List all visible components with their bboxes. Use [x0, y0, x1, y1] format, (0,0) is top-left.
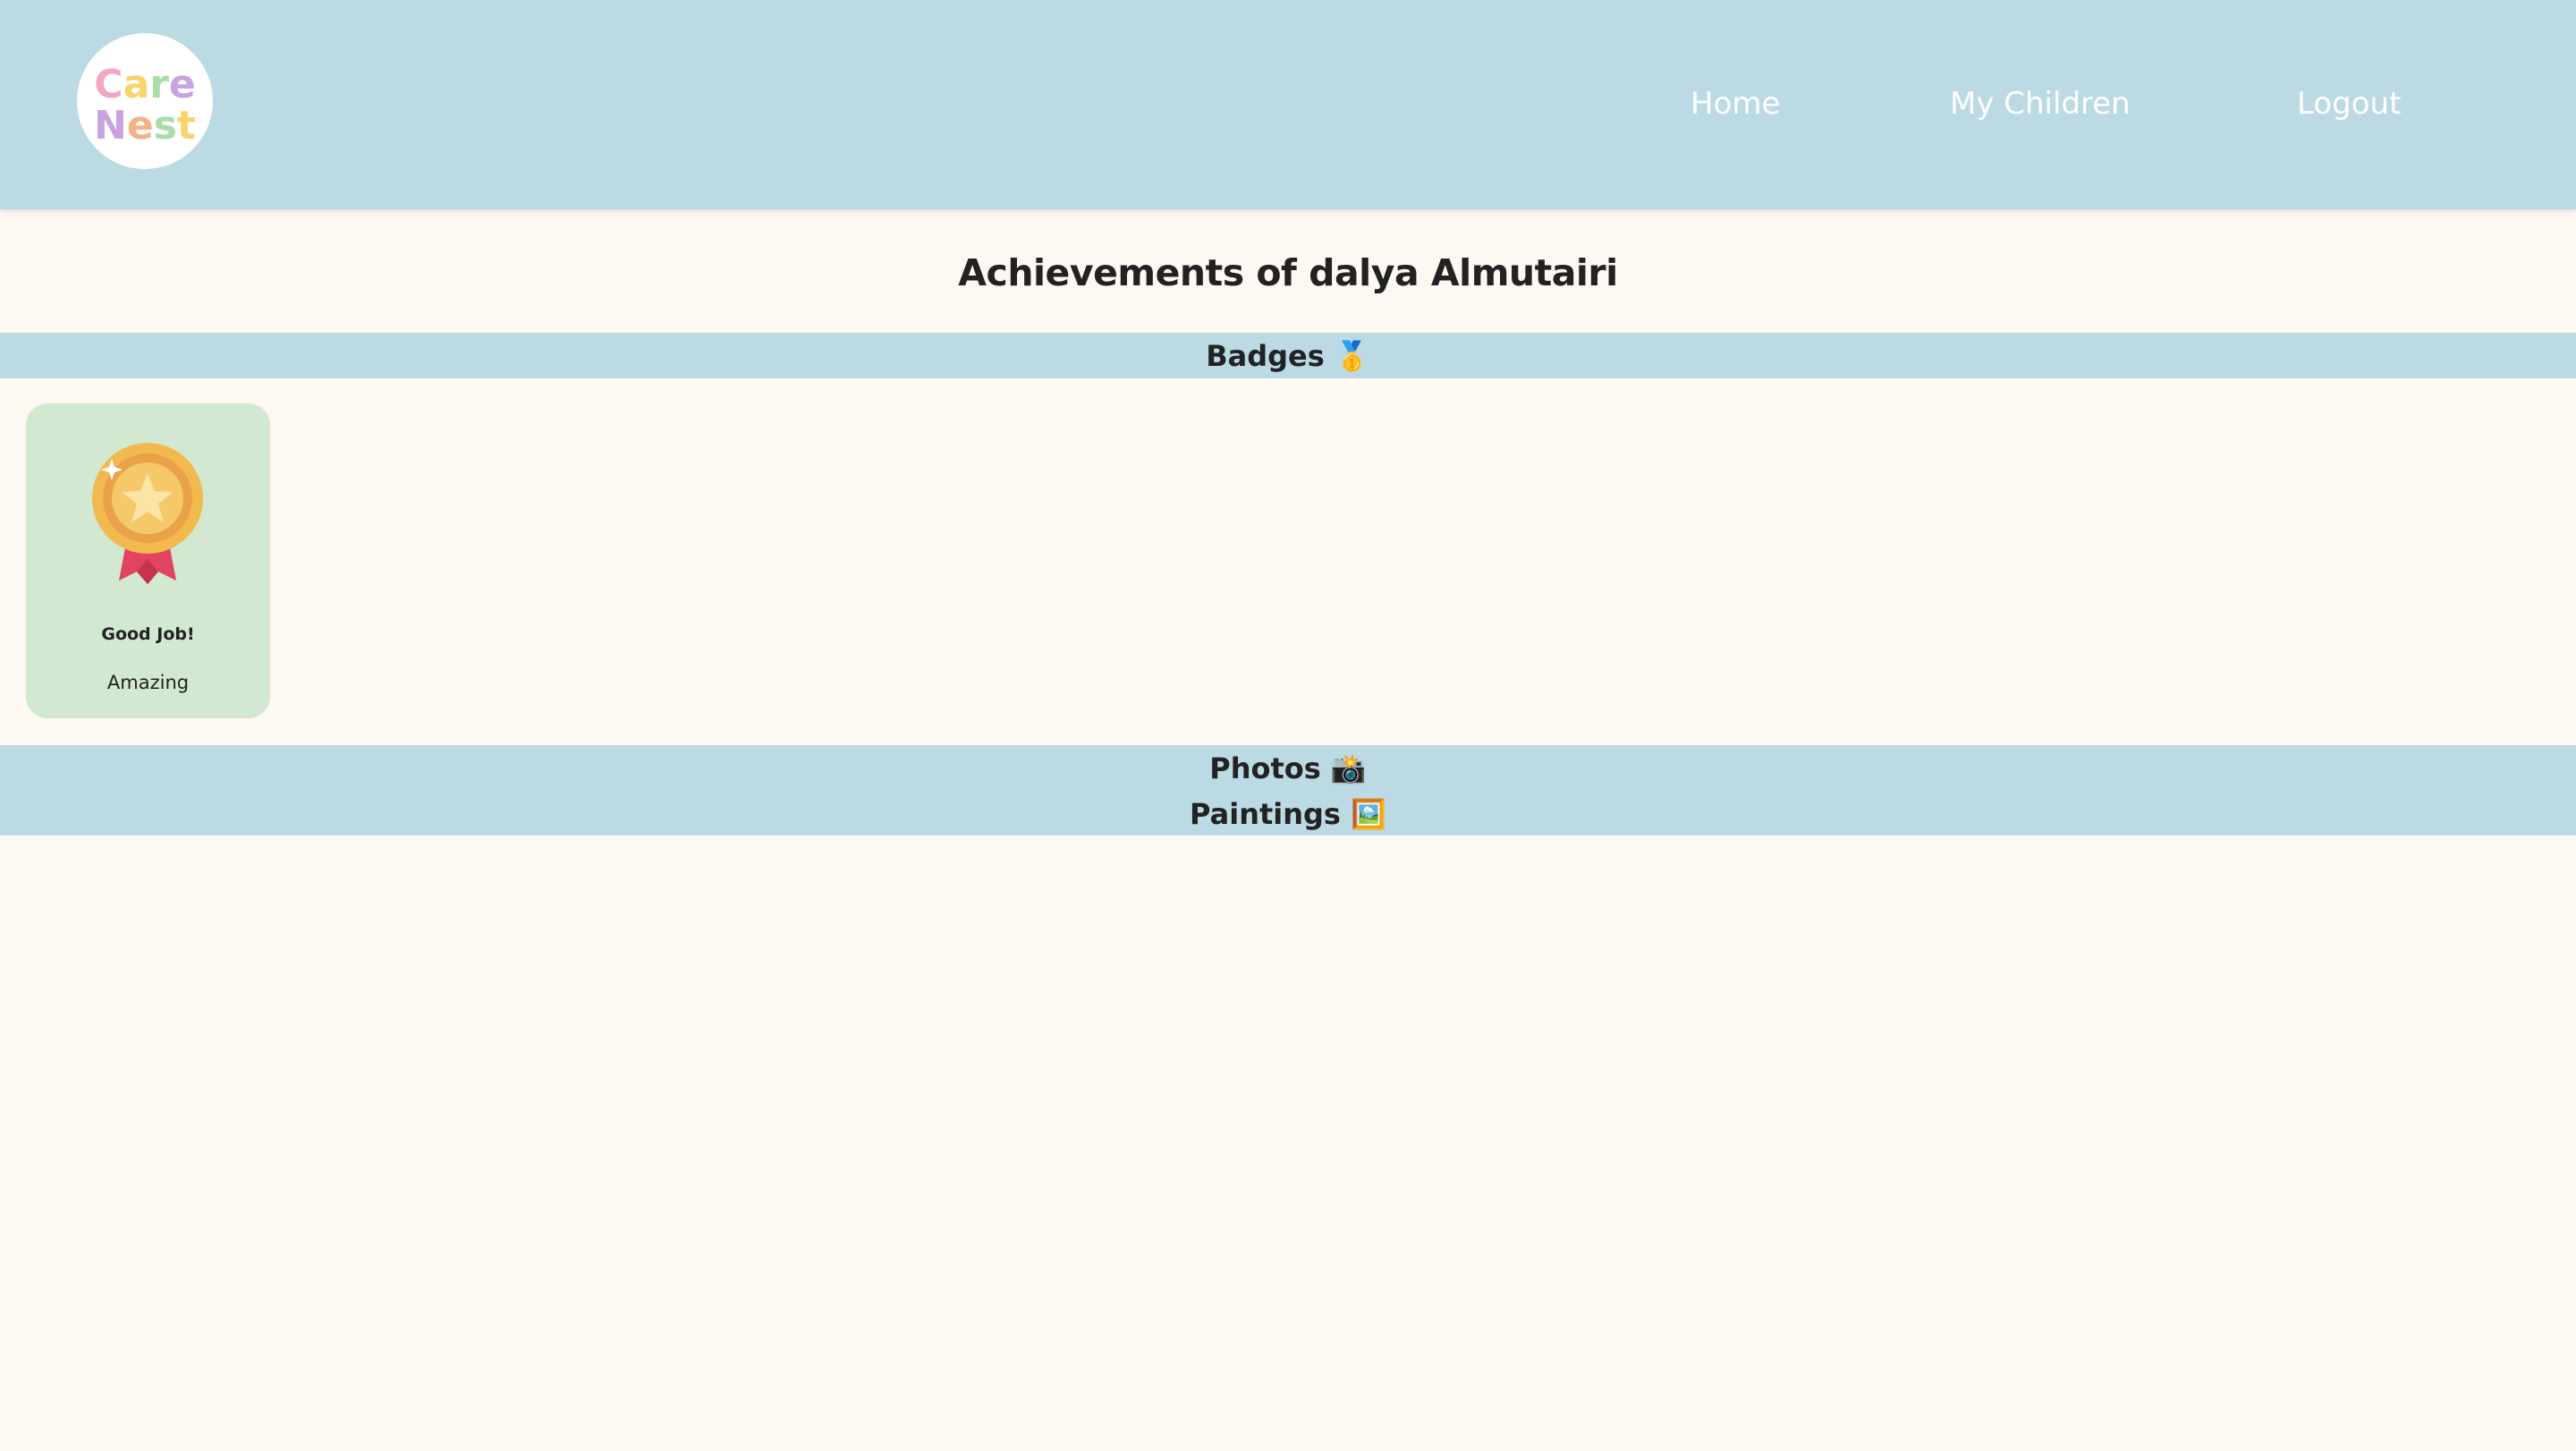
- camera-flash-icon: 📸: [1330, 751, 1367, 785]
- badge-description: Amazing: [106, 672, 190, 693]
- carenest-logo[interactable]: Care Nest: [77, 33, 213, 169]
- carenest-logo-icon: Care Nest: [94, 62, 196, 148]
- paintings-heading-label: Paintings: [1190, 797, 1341, 831]
- framed-picture-icon: 🖼️: [1351, 797, 1386, 831]
- badge-title: Good Job!: [101, 624, 195, 644]
- medal-icon: 🥇: [1334, 339, 1370, 373]
- logo-line-1: Care: [94, 62, 196, 107]
- nav-my-children-link[interactable]: My Children: [1950, 82, 2131, 125]
- badges-heading-label: Badges: [1206, 339, 1325, 373]
- badge-card[interactable]: Good Job! Amazing: [26, 403, 270, 718]
- page-title: Achievements of dalya Almutairi: [958, 251, 1618, 294]
- photos-heading-label: Photos: [1209, 751, 1321, 785]
- medal-star-icon: [92, 443, 203, 584]
- badges-section-heading: Badges 🥇: [0, 334, 2576, 378]
- paintings-section-heading: Paintings 🖼️: [0, 792, 2576, 836]
- nav-logout-link[interactable]: Logout: [2297, 82, 2401, 125]
- nav-home-link[interactable]: Home: [1690, 82, 1780, 125]
- photos-section-heading: Photos 📸: [0, 746, 2576, 791]
- top-navbar: Care Nest Home My Children Logout: [0, 0, 2576, 209]
- logo-line-2: Nest: [94, 103, 196, 148]
